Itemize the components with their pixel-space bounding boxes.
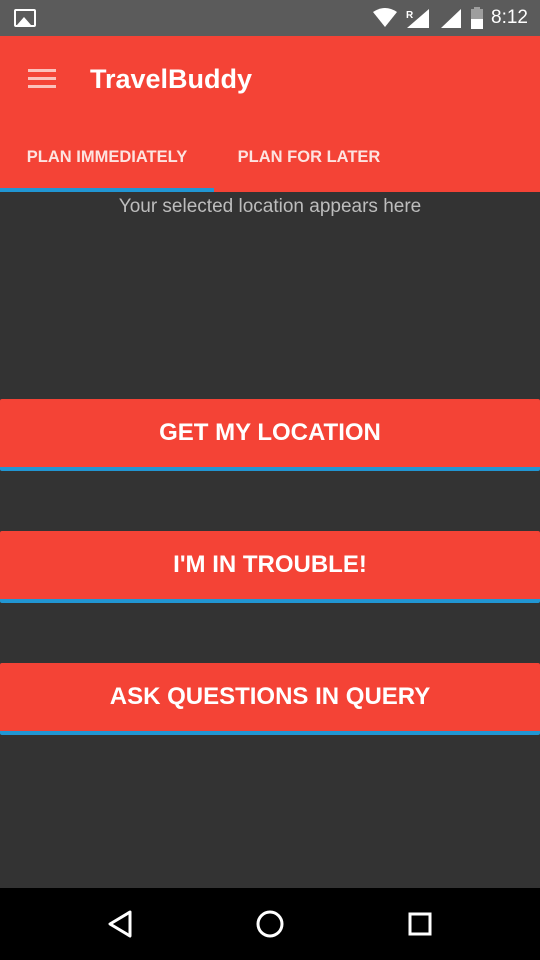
app-title: TravelBuddy [90, 63, 253, 94]
tab-indicator [0, 188, 214, 192]
wifi-icon [373, 8, 398, 28]
status-time: 8:12 [491, 7, 528, 28]
selected-location-text: Your selected location appears here [118, 196, 422, 217]
app-bar: TravelBuddy PLAN IMMEDIATELY PLAN FOR LA… [0, 36, 540, 192]
home-icon[interactable] [254, 908, 286, 940]
ask-questions-button[interactable]: ASK QUESTIONS IN QUERY [0, 663, 540, 735]
toolbar: TravelBuddy [0, 36, 540, 122]
battery-icon [471, 7, 484, 29]
tab-plan-immediately[interactable]: PLAN IMMEDIATELY [0, 122, 214, 192]
status-bar: R 8:12 [0, 0, 540, 36]
menu-icon[interactable] [28, 69, 56, 89]
status-left [14, 9, 36, 27]
status-right: R 8:12 [373, 7, 528, 29]
recents-icon[interactable] [404, 908, 436, 940]
gallery-icon [14, 9, 36, 27]
tab-plan-for-later[interactable]: PLAN FOR LATER [214, 122, 404, 192]
signal-icon [439, 7, 463, 29]
signal-roaming-icon: R [405, 7, 431, 29]
tab-bar: PLAN IMMEDIATELY PLAN FOR LATER [0, 122, 540, 192]
screen: R 8:12 TravelBuddy PLAN IMMEDIATELY PLAN… [0, 0, 540, 960]
get-my-location-button[interactable]: GET MY LOCATION [0, 399, 540, 471]
back-icon[interactable] [104, 908, 136, 940]
im-in-trouble-button[interactable]: I'M IN TROUBLE! [0, 531, 540, 603]
roaming-label: R [406, 10, 414, 21]
navigation-bar [0, 888, 540, 960]
